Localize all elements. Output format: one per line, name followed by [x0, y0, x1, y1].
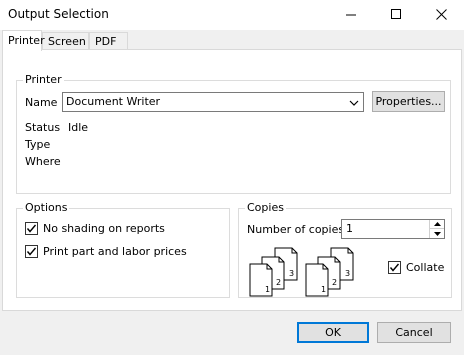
copies-spinner[interactable]: 1	[341, 219, 445, 239]
checkmark-icon	[26, 224, 37, 233]
spinner-buttons	[429, 220, 444, 238]
close-button[interactable]	[418, 0, 464, 28]
where-label: Where	[25, 155, 61, 168]
spin-up-button[interactable]	[430, 220, 444, 229]
maximize-icon	[390, 8, 401, 19]
status-value: Idle	[68, 121, 89, 134]
no-shading-label[interactable]: No shading on reports	[43, 222, 165, 235]
collate-page-2b: 2	[332, 278, 337, 287]
print-prices-checkbox[interactable]	[25, 245, 38, 258]
printer-name-label: Name	[25, 96, 58, 109]
printer-name-value: Document Writer	[66, 95, 161, 108]
spin-down-button[interactable]	[430, 229, 444, 238]
options-group-legend: Options	[23, 201, 70, 214]
minimize-icon	[345, 14, 356, 15]
collate-page-3a: 3	[289, 269, 294, 278]
arrow-up-icon	[433, 222, 441, 226]
close-icon	[435, 8, 447, 20]
title-bar: Output Selection	[0, 0, 464, 30]
arrow-down-icon	[433, 231, 441, 236]
window-title: Output Selection	[8, 7, 109, 21]
print-prices-label[interactable]: Print part and labor prices	[43, 245, 187, 258]
tab-pdf[interactable]: PDF	[89, 32, 128, 50]
number-of-copies-label: Number of copies:	[247, 223, 348, 236]
printer-name-select[interactable]: Document Writer	[62, 92, 364, 112]
ok-button[interactable]: OK	[297, 322, 369, 343]
type-label: Type	[25, 138, 51, 151]
collate-page-3b: 3	[345, 269, 350, 278]
minimize-button[interactable]	[328, 0, 374, 28]
copies-spinner-value: 1	[346, 222, 353, 235]
printer-group-legend: Printer	[23, 73, 64, 86]
collate-page-1a: 1	[265, 285, 270, 294]
cancel-button[interactable]: Cancel	[377, 322, 451, 343]
collate-checkbox[interactable]	[388, 261, 401, 274]
no-shading-checkbox[interactable]	[25, 222, 38, 235]
tab-printer[interactable]: Printer	[2, 30, 45, 51]
properties-button[interactable]: Properties...	[372, 91, 445, 112]
checkmark-icon	[389, 263, 400, 272]
collate-label[interactable]: Collate	[406, 261, 444, 274]
collate-page-1b: 1	[321, 285, 326, 294]
checkmark-icon	[26, 247, 37, 256]
collate-page-2a: 2	[276, 278, 281, 287]
tab-screen[interactable]: Screen	[42, 32, 89, 50]
status-label: Status	[25, 121, 61, 134]
copies-group-legend: Copies	[245, 201, 286, 214]
maximize-button[interactable]	[373, 0, 419, 28]
collate-pages-icon: 3 2 1 3 2 1	[249, 247, 354, 297]
chevron-down-icon	[349, 100, 359, 106]
